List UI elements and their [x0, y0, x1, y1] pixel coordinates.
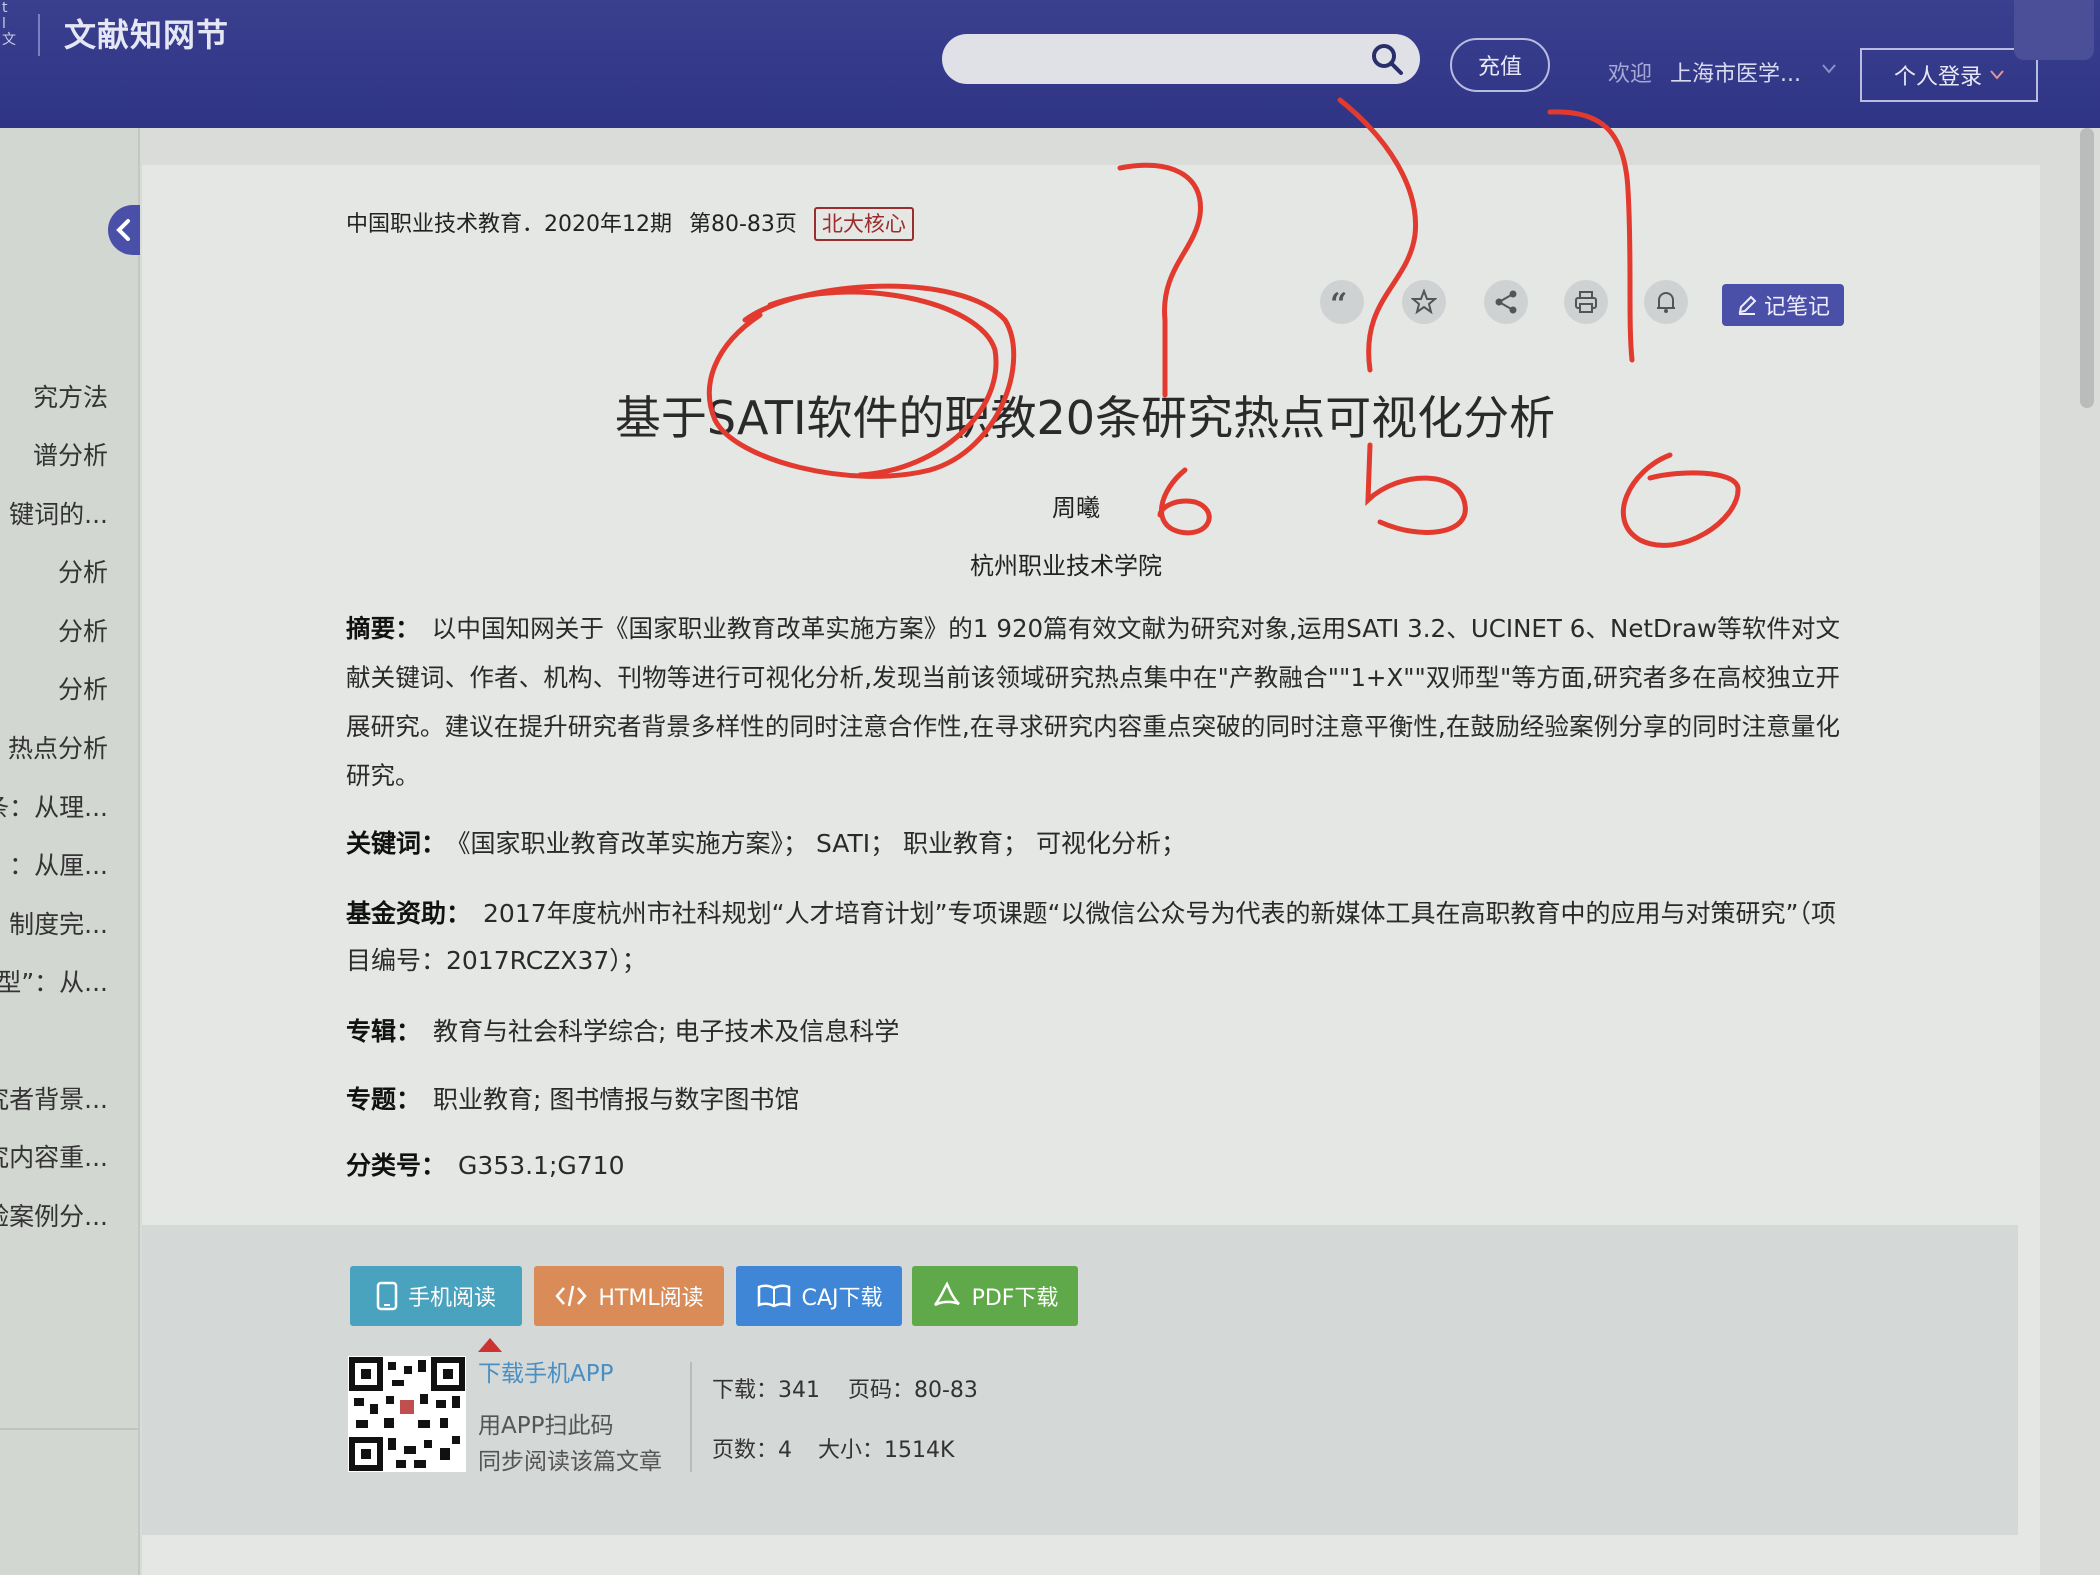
abstract: 摘要： 以中国知网关于《国家职业教育改革实施方案》的1 920篇有效文献为研究对象…	[346, 604, 1840, 800]
share-icon	[1495, 290, 1517, 314]
sidebar-item[interactable]: 究方法	[0, 378, 138, 418]
page-range: 第80-83页	[688, 212, 797, 237]
site-name[interactable]: 文献知网节	[64, 10, 229, 56]
pointer-triangle-icon	[478, 1338, 502, 1352]
html-read-label: HTML阅读	[598, 1286, 704, 1311]
fund-row: 基金资助： 2017年度杭州市社科规划“人才培育计划”专项课题“以微信公众号为代表…	[346, 890, 1840, 984]
sidebar-item[interactable]: 验案例分...	[0, 1197, 138, 1237]
file-size: 大小：1514K	[818, 1438, 955, 1463]
page-scrollbar[interactable]	[2080, 128, 2094, 408]
sidebar-item[interactable]: 分析	[0, 612, 138, 652]
outline-sidebar: 究方法 谱分析 键词的... 分析 分析 分析 热点分析 条：从理... ：从厘…	[0, 128, 140, 1575]
alert-button[interactable]	[1644, 280, 1688, 324]
print-button[interactable]	[1564, 280, 1608, 324]
sidebar-item[interactable]: 分析	[0, 553, 138, 593]
cite-button[interactable]: “	[1320, 280, 1364, 324]
mobile-read-button[interactable]: 手机阅读	[350, 1266, 522, 1326]
chevron-left-icon	[116, 219, 130, 241]
download-count: 下载：341	[712, 1378, 820, 1403]
favorite-button[interactable]	[1402, 280, 1446, 324]
keywords-row: 关键词： 《国家职业教育改革实施方案》； SATI； 职业教育； 可视化分析；	[346, 824, 1186, 860]
author-link[interactable]: 周曦	[1052, 488, 1100, 523]
sidebar-divider	[0, 1428, 138, 1430]
classification-row: 分类号： G353.1;G710	[346, 1146, 624, 1182]
top-header: tl文 文献知网节 充值 欢迎 上海市医学... 个人登录	[0, 0, 2100, 128]
chevron-down-icon[interactable]	[1822, 64, 1836, 74]
affiliation-link[interactable]: 杭州职业技术学院	[970, 546, 1162, 581]
abstract-label: 摘要：	[346, 614, 420, 643]
sidebar-item[interactable]: 制度完...	[0, 905, 138, 945]
core-journal-badge: 北大核心	[813, 207, 914, 241]
pdf-download-label: PDF下载	[971, 1286, 1059, 1311]
qr-code-icon	[348, 1356, 466, 1472]
collapse-sidebar-button[interactable]	[108, 205, 140, 255]
institution-name[interactable]: 上海市医学...	[1670, 56, 1801, 88]
code-icon	[555, 1285, 588, 1307]
sidebar-item[interactable]: 究内容重...	[0, 1138, 138, 1178]
phone-icon	[376, 1281, 398, 1311]
caj-download-label: CAJ下载	[801, 1286, 883, 1311]
sidebar-item[interactable]: 究者背景...	[0, 1080, 138, 1120]
topup-button[interactable]: 充值	[1450, 38, 1550, 92]
series-label: 专辑：	[346, 1017, 422, 1046]
search-input[interactable]	[962, 42, 1362, 76]
bell-icon	[1657, 292, 1675, 313]
share-button[interactable]	[1484, 280, 1528, 324]
article-title: 基于SATI软件的职教20条研究热点可视化分析	[614, 391, 1556, 445]
book-icon	[757, 1284, 790, 1308]
svg-text:“: “	[1330, 292, 1347, 312]
fund-label: 基金资助：	[346, 899, 472, 928]
download-app-link[interactable]: 下载手机APP	[478, 1354, 613, 1388]
sidebar-item[interactable]: 热点分析	[0, 729, 138, 769]
sidebar-item[interactable]: ：从厘...	[0, 846, 138, 886]
topic-value: 职业教育; 图书情报与数字图书馆	[433, 1085, 800, 1114]
login-button[interactable]: 个人登录	[1860, 48, 2038, 102]
take-note-button[interactable]: 记笔记	[1722, 284, 1844, 326]
search-box[interactable]	[942, 34, 1420, 84]
journal-issue[interactable]: 中国职业技术教育．2020年12期	[346, 212, 672, 237]
sidebar-item[interactable]: 键词的...	[0, 495, 138, 535]
fund-value[interactable]: 2017年度杭州市社科规划“人才培育计划”专项课题“以微信公众号为代表的新媒体工…	[346, 899, 1836, 975]
html-read-button[interactable]: HTML阅读	[534, 1266, 724, 1326]
topic-label: 专题：	[346, 1085, 422, 1114]
sidebar-item[interactable]: 谱分析	[0, 436, 138, 476]
source-line: 中国职业技术教育．2020年12期 第80-83页 北大核心	[346, 206, 924, 241]
keywords-value[interactable]: 《国家职业教育改革实施方案》； SATI； 职业教育； 可视化分析；	[458, 829, 1186, 858]
login-label: 个人登录	[1893, 65, 1982, 90]
series-value: 教育与社会科学综合; 电子技术及信息科学	[433, 1017, 900, 1046]
sidebar-item[interactable]: 分析	[0, 670, 138, 710]
classification-label: 分类号：	[346, 1151, 447, 1180]
pdf-icon	[933, 1281, 960, 1307]
stats-divider	[690, 1362, 692, 1472]
logo-icon: tl文	[2, 0, 16, 48]
search-icon[interactable]	[1370, 42, 1404, 76]
pdf-download-button[interactable]: PDF下载	[912, 1266, 1078, 1326]
sidebar-item[interactable]: 型”：从...	[0, 963, 138, 1003]
keywords-label: 关键词：	[346, 829, 447, 858]
classification-value: G353.1;G710	[458, 1151, 625, 1180]
page-range-stat: 页码：80-83	[848, 1378, 978, 1403]
mobile-read-label: 手机阅读	[407, 1286, 496, 1311]
page-count: 页数：4	[712, 1438, 792, 1463]
topic-row: 专题： 职业教育; 图书情报与数字图书馆	[346, 1080, 799, 1116]
corner-widget[interactable]	[2014, 0, 2094, 60]
caj-download-button[interactable]: CAJ下载	[736, 1266, 902, 1326]
abstract-text: 以中国知网关于《国家职业教育改革实施方案》的1 920篇有效文献为研究对象,运用…	[346, 614, 1841, 790]
welcome-text: 欢迎	[1608, 62, 1653, 87]
chevron-down-icon	[1990, 70, 2004, 80]
app-hint-scan: 用APP扫此码	[478, 1413, 614, 1439]
star-icon	[1411, 289, 1437, 315]
printer-icon	[1575, 291, 1597, 313]
pencil-icon	[1738, 295, 1757, 315]
quote-icon: “	[1330, 292, 1347, 312]
sidebar-item[interactable]: 条：从理...	[0, 788, 138, 828]
app-hint-sync: 同步阅读该篇文章	[478, 1449, 662, 1475]
note-label: 记笔记	[1763, 295, 1830, 320]
series-row: 专辑： 教育与社会科学综合; 电子技术及信息科学	[346, 1012, 899, 1048]
logo-divider	[38, 14, 40, 56]
